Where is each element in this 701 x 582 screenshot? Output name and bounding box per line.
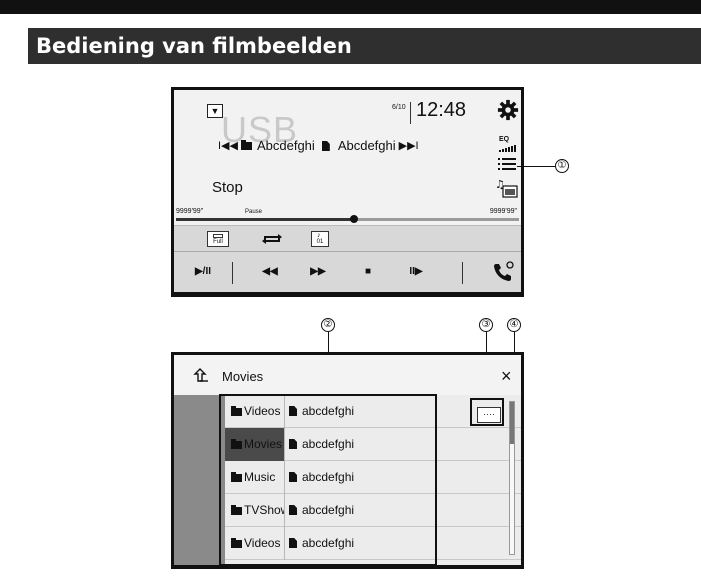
player-screen: ▼ USB 6/10 12:48 I◀◀ Abcdefghi Abcdefghi… <box>171 87 524 297</box>
file-icon <box>321 141 330 151</box>
remaining-time: 9999'99" <box>489 208 517 215</box>
repeat-icon[interactable] <box>260 232 284 246</box>
progress-knob[interactable] <box>350 215 359 223</box>
clock: 12:48 <box>416 99 467 121</box>
scrollbar[interactable] <box>509 401 515 555</box>
controls-divider <box>462 262 463 284</box>
music-note-icon: ♪ <box>317 232 321 239</box>
callout-2-highlight <box>219 394 437 566</box>
current-file-name: Abcdefghi <box>337 138 396 153</box>
callout-1: ① <box>555 159 569 173</box>
previous-track-button[interactable]: I◀◀ <box>218 138 238 154</box>
random-label: 01 <box>316 239 324 245</box>
list-menu-icon[interactable] <box>498 157 516 171</box>
next-track-button[interactable]: ▶▶I <box>399 138 419 154</box>
media-switch-icon[interactable]: ♫ <box>495 178 519 198</box>
file-list-title: Movies <box>222 369 264 384</box>
screen-mode-icon <box>213 234 223 238</box>
scrollbar-thumb[interactable] <box>510 402 514 444</box>
rewind-button[interactable]: ◀◀ <box>258 262 282 282</box>
controls-divider <box>232 262 233 284</box>
section-heading: Bediening van filmbeelden <box>36 34 352 58</box>
file-list-header: Movies × <box>174 355 521 395</box>
folder-icon <box>240 140 252 150</box>
player-main-area: ▼ USB 6/10 12:48 I◀◀ Abcdefghi Abcdefghi… <box>174 90 521 292</box>
progress-fill <box>176 218 355 221</box>
phone-icon[interactable] <box>491 260 515 284</box>
callout-3: ③ <box>479 318 493 332</box>
eq-bars-icon <box>499 145 516 152</box>
clock-divider <box>410 102 411 124</box>
list-left-panel <box>174 395 225 565</box>
callout-4: ④ <box>507 318 521 332</box>
settings-gear-icon[interactable] <box>497 99 519 121</box>
callout-3-highlight <box>470 398 504 426</box>
eq-label: EQ <box>499 136 510 143</box>
mode-bar: Full ♪ 01 <box>174 225 521 252</box>
slow-motion-button[interactable]: II▶ <box>404 262 428 282</box>
elapsed-time: 9999'99" <box>176 208 204 215</box>
callout-2: ② <box>321 318 335 332</box>
screen-mode-label: Full <box>213 239 223 245</box>
section-heading-band: Bediening van filmbeelden <box>28 28 701 64</box>
close-icon[interactable]: × <box>501 367 512 385</box>
callout-1-leader <box>517 166 555 167</box>
fast-forward-button[interactable]: ▶▶ <box>306 262 330 282</box>
transport-controls: ▶/II ◀◀ ▶▶ ■ II▶ <box>174 252 521 292</box>
top-bar <box>0 0 701 14</box>
current-folder-name: Abcdefghi <box>256 138 315 153</box>
pause-indicator: Pause <box>245 209 263 215</box>
back-up-arrow-icon[interactable] <box>193 367 209 383</box>
now-playing-info: I◀◀ Abcdefghi Abcdefghi ▶▶I <box>218 138 419 154</box>
stop-button[interactable]: ■ <box>358 262 378 282</box>
progress-bar[interactable] <box>176 215 519 223</box>
playback-status: Stop <box>212 179 243 196</box>
track-counter: 6/10 <box>392 104 406 111</box>
screen-mode-button[interactable]: Full <box>207 231 229 247</box>
eq-button[interactable]: EQ <box>499 136 519 152</box>
random-button[interactable]: ♪ 01 <box>311 231 329 247</box>
play-pause-button[interactable]: ▶/II <box>188 262 218 282</box>
